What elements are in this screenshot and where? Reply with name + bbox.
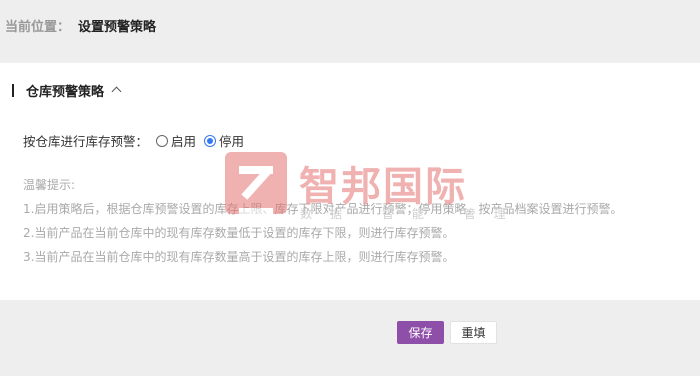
radio-enable[interactable]: 启用	[156, 131, 196, 150]
tip-line: 2.当前产品在当前仓库中的现有库存数量低于设置的库存下限，则进行库存预警。	[23, 226, 455, 240]
section-title: 仓库预警策略	[26, 84, 105, 100]
settings-panel: 仓库预警策略 按仓库进行库存预警： 启用 停用 温馨提示: 1.启用策略后，根据…	[0, 63, 700, 300]
warning-setting-label: 按仓库进行库存预警：	[23, 134, 149, 149]
page-title: 设置预警策略	[78, 19, 157, 35]
tips-title: 温馨提示:	[23, 178, 76, 192]
tip-line: 3.当前产品在当前仓库中的现有库存数量高于设置的库存上限，则进行库存预警。	[23, 250, 455, 264]
section-bar	[12, 83, 14, 97]
save-button[interactable]: 保存	[397, 321, 444, 344]
radio-enable-circle[interactable]	[156, 134, 169, 147]
radio-disable-circle[interactable]	[204, 134, 217, 147]
reset-button[interactable]: 重填	[450, 321, 497, 344]
chevron-up-icon[interactable]	[112, 85, 122, 95]
radio-disable[interactable]: 停用	[204, 131, 244, 150]
radio-enable-label: 启用	[171, 134, 197, 149]
tips: 温馨提示: 1.启用策略后，根据仓库预警设置的库存上限、库存下限对产品进行预警；…	[23, 173, 622, 269]
radio-disable-label: 停用	[219, 134, 245, 149]
breadcrumb: 当前位置： 设置预警策略	[0, 0, 700, 50]
section-header: 仓库预警策略	[12, 83, 122, 100]
warning-setting-row: 按仓库进行库存预警： 启用 停用	[23, 131, 244, 150]
tip-line: 1.启用策略后，根据仓库预警设置的库存上限、库存下限对产品进行预警；停用策略，按…	[23, 202, 623, 216]
breadcrumb-label: 当前位置：	[5, 19, 71, 35]
